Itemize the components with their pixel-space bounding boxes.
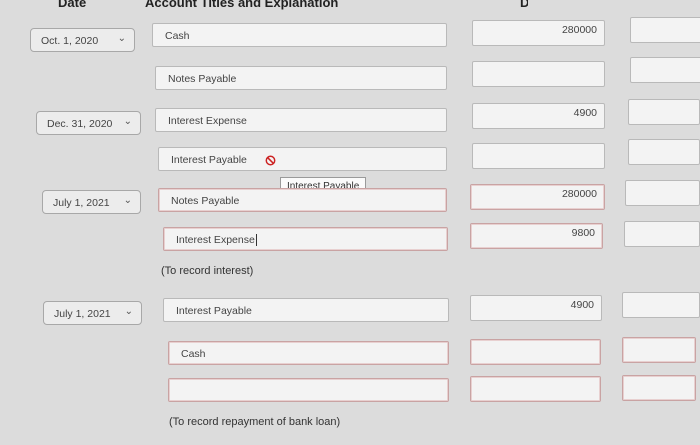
debit-field-row4[interactable] — [472, 143, 605, 169]
chevron-down-icon: ⌄ — [117, 33, 126, 44]
debit-column-header-fragment: D — [520, 0, 528, 10]
credit-field-row7[interactable] — [622, 292, 700, 318]
credit-field-row9[interactable] — [622, 375, 696, 401]
chevron-down-icon: ⌄ — [124, 306, 133, 317]
debit-field-row5[interactable]: 280000 — [470, 184, 605, 210]
account-field-row2[interactable]: Notes Payable — [155, 66, 447, 90]
credit-field-row5[interactable] — [625, 180, 700, 206]
account-field-value: Interest Expense — [176, 234, 255, 246]
date-select-row7[interactable]: July 1, 2021 ⌄ — [43, 301, 142, 325]
account-field-row3[interactable]: Interest Expense — [155, 108, 447, 132]
debit-field-row1[interactable]: 280000 — [472, 20, 605, 46]
account-field-row9[interactable] — [168, 378, 449, 402]
date-select-row5[interactable]: July 1, 2021 ⌄ — [42, 190, 141, 214]
chevron-down-icon: ⌄ — [123, 195, 132, 206]
chevron-down-icon: ⌄ — [123, 116, 132, 127]
date-select-value: July 1, 2021 — [54, 308, 111, 320]
date-column-header: Date — [58, 0, 87, 10]
date-select-value: Oct. 1, 2020 — [41, 35, 99, 47]
account-field-value: Interest Payable — [171, 154, 247, 166]
debit-field-row2[interactable] — [472, 61, 605, 87]
debit-field-row7[interactable]: 4900 — [470, 295, 602, 321]
debit-field-row9[interactable] — [470, 376, 601, 402]
date-select-row3[interactable]: Dec. 31, 2020 ⌄ — [36, 111, 141, 135]
account-field-row4[interactable]: Interest Payable — [158, 147, 447, 171]
credit-field-row1[interactable] — [630, 17, 700, 43]
text-cursor: ​ — [255, 234, 257, 246]
account-column-header: Account Titles and Explanation — [145, 0, 339, 10]
account-field-row7[interactable]: Interest Payable — [163, 298, 449, 322]
debit-field-row8[interactable] — [470, 339, 601, 365]
credit-field-row4[interactable] — [628, 139, 700, 165]
credit-field-row8[interactable] — [622, 337, 696, 363]
credit-field-row6[interactable] — [624, 221, 700, 247]
debit-field-row3[interactable]: 4900 — [472, 103, 605, 129]
credit-field-row2[interactable] — [630, 57, 700, 83]
note-to-record-interest: (To record interest) — [161, 265, 254, 277]
date-select-row1[interactable]: Oct. 1, 2020 ⌄ — [30, 28, 135, 52]
debit-field-row6[interactable]: 9800 — [470, 223, 603, 249]
account-field-row8[interactable]: Cash — [168, 341, 449, 365]
account-field-row5[interactable]: Notes Payable — [158, 188, 447, 212]
note-to-record-repayment: (To record repayment of bank loan) — [169, 416, 341, 428]
date-select-value: Dec. 31, 2020 — [47, 118, 113, 130]
date-select-value: July 1, 2021 — [53, 197, 110, 209]
account-field-row6[interactable]: Interest Expense​ — [163, 227, 448, 251]
account-field-row1[interactable]: Cash — [152, 23, 447, 47]
no-entry-icon — [265, 155, 276, 166]
credit-field-row3[interactable] — [628, 99, 700, 125]
